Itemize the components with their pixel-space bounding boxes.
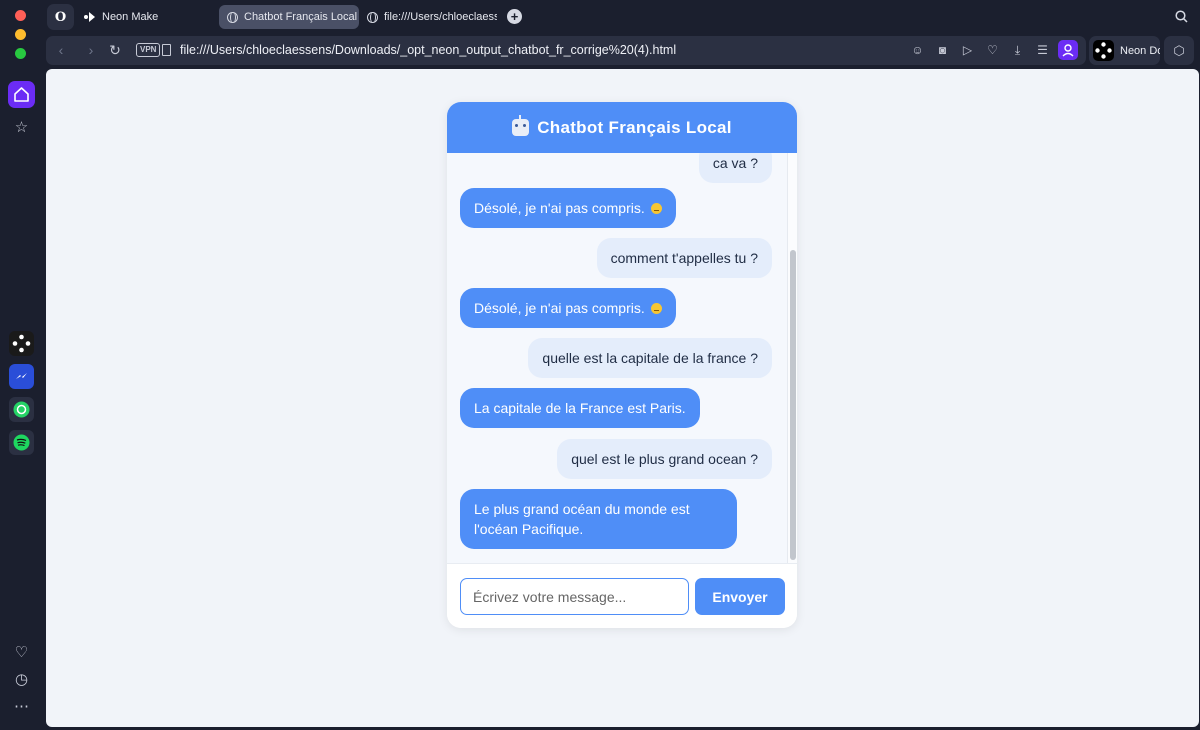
vpn-badge[interactable]: VPN <box>136 43 161 57</box>
neon-make-icon <box>84 11 96 23</box>
scrollbar[interactable] <box>787 153 797 563</box>
history-clock-icon[interactable]: ◷ <box>13 671 30 688</box>
heart-icon[interactable]: ♡ <box>985 43 1000 58</box>
robot-icon <box>512 115 530 136</box>
file-icon <box>162 44 171 56</box>
neon-do-button[interactable]: Neon Do <box>1089 36 1160 65</box>
message-input[interactable] <box>460 578 689 615</box>
chat-header: Chatbot Français Local <box>447 102 797 153</box>
minimize-window-button[interactable] <box>15 29 26 40</box>
message-composer: Envoyer <box>447 563 797 628</box>
address-bar: ‹ › ↻ VPN file:///Users/chloeclaessens/D… <box>46 36 1086 65</box>
home-icon <box>14 87 29 102</box>
camera-icon[interactable]: ◙ <box>935 43 950 58</box>
bot-message: Désolé, je n'ai pas compris. <box>460 188 676 228</box>
chatbot-window: Chatbot Français Local ca va ? Désolé, j… <box>447 102 797 628</box>
web-viewport: Chatbot Français Local ca va ? Désolé, j… <box>46 69 1199 727</box>
confused-face-icon <box>650 303 662 314</box>
speed-dial-star-icon[interactable]: ☆ <box>13 119 30 136</box>
neon-do-icon <box>1093 40 1114 61</box>
messenger-icon[interactable] <box>9 364 34 389</box>
search-tabs-icon[interactable] <box>1175 10 1188 23</box>
opera-menu-button[interactable]: O <box>47 4 74 30</box>
globe-icon <box>367 11 378 23</box>
emoji-icon[interactable]: ☺ <box>910 43 925 58</box>
more-icon[interactable]: ⋯ <box>13 698 30 715</box>
easy-setup-icon[interactable]: ☰ <box>1035 43 1050 58</box>
user-message: quelle est la capitale de la france ? <box>528 338 772 378</box>
forward-button[interactable]: › <box>84 43 98 57</box>
url-field[interactable]: file:///Users/chloeclaessens/Downloads/_… <box>180 43 676 57</box>
user-message: ca va ? <box>698 153 772 183</box>
zoom-window-button[interactable] <box>15 48 26 59</box>
profile-avatar[interactable] <box>1058 40 1078 60</box>
home-button[interactable] <box>8 81 35 108</box>
close-window-button[interactable] <box>15 10 26 21</box>
new-tab-button[interactable]: + <box>507 9 522 24</box>
sidebar: ☆ ♡ ◷ ⋯ <box>0 68 44 730</box>
favorites-heart-icon[interactable]: ♡ <box>13 644 30 661</box>
globe-icon <box>227 11 238 23</box>
scrollbar-thumb[interactable] <box>790 250 796 560</box>
cube-icon[interactable]: ⬡ <box>1164 36 1194 65</box>
tab-file[interactable]: file:///Users/chloeclaessens <box>359 5 497 29</box>
user-message: comment t'appelles tu ? <box>596 238 772 278</box>
tab-chatbot[interactable]: Chatbot Français Local <box>219 5 359 29</box>
tab-label: Neon Make <box>102 11 159 23</box>
bot-message: Désolé, je n'ai pas compris. <box>460 288 676 328</box>
reload-button[interactable]: ↻ <box>108 43 122 57</box>
user-message: quel est le plus grand ocean ? <box>557 439 772 479</box>
tab-neon-make[interactable]: Neon Make <box>76 5 216 29</box>
spotify-icon[interactable] <box>9 430 34 455</box>
bot-message: Le plus grand océan du monde est l'océan… <box>460 489 737 549</box>
tab-label: Chatbot Français Local <box>244 11 358 23</box>
bot-message: La capitale de la France est Paris. <box>460 388 700 428</box>
send-button[interactable]: Envoyer <box>695 578 785 615</box>
message-list[interactable]: ca va ? Désolé, je n'ai pas compris. com… <box>447 153 797 563</box>
back-button[interactable]: ‹ <box>54 43 68 57</box>
confused-face-icon <box>650 203 662 214</box>
neon-do-sidebar-icon[interactable] <box>9 331 34 356</box>
chat-title: Chatbot Français Local <box>537 117 732 137</box>
download-icon[interactable]: ⤓ <box>1010 43 1025 58</box>
tab-label: file:///Users/chloeclaessens <box>384 11 497 23</box>
tab-bar: O Neon Make Chatbot Français Local file:… <box>0 0 1200 59</box>
whatsapp-icon[interactable] <box>9 397 34 422</box>
neon-do-label: Neon Do <box>1120 44 1160 57</box>
send-icon[interactable]: ▷ <box>960 43 975 58</box>
